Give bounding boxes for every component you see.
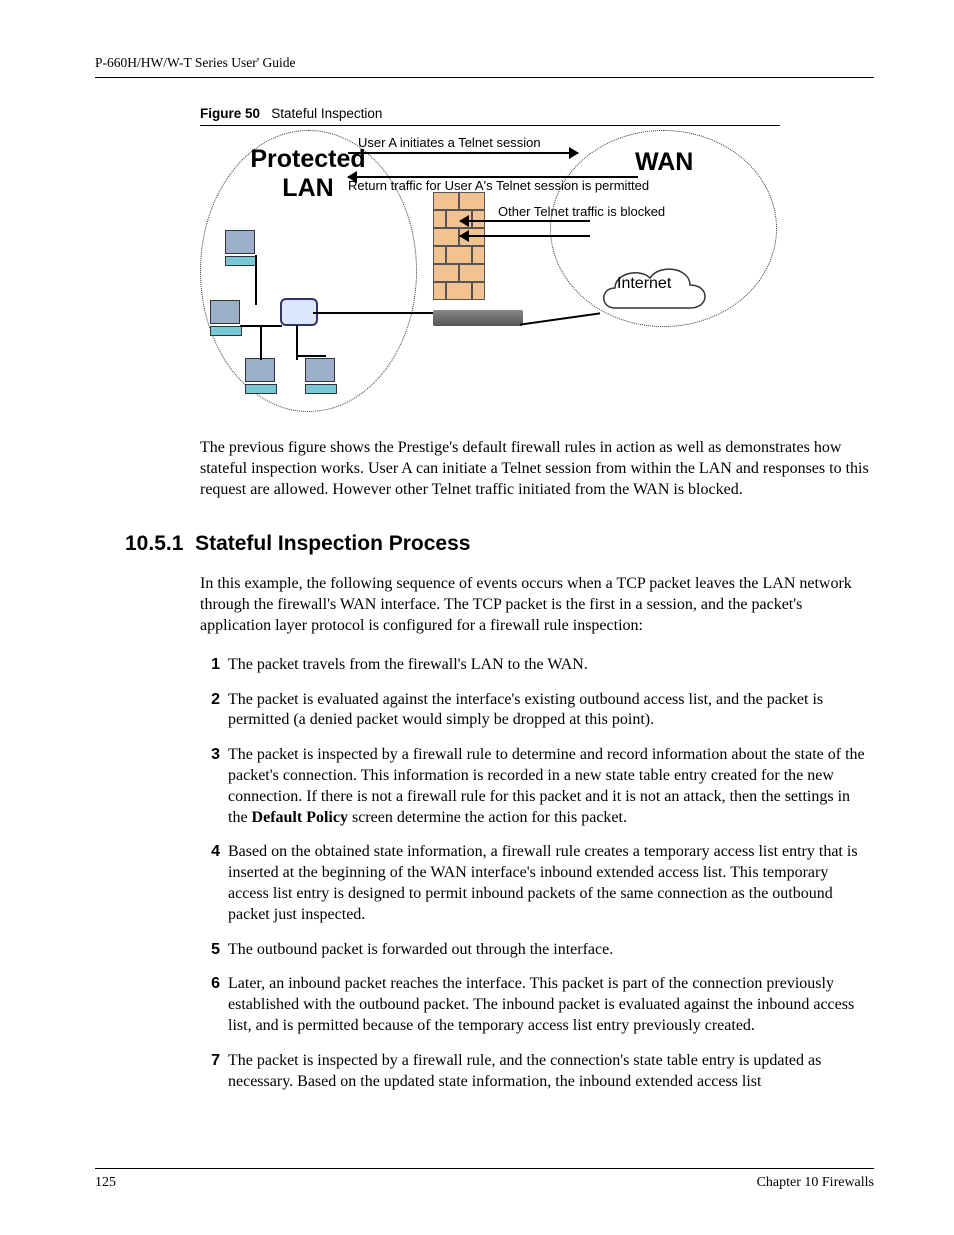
figure-diagram: Protected LAN WAN Internet — [200, 125, 780, 416]
list-item: 4 Based on the obtained state informatio… — [200, 842, 869, 925]
figure-caption: Figure 50 Stateful Inspection — [200, 106, 874, 121]
section-heading: 10.5.1 Stateful Inspection Process — [125, 532, 874, 556]
paragraph-after-figure: The previous figure shows the Prestige's… — [200, 438, 869, 500]
list-item: 7 The packet is inspected by a firewall … — [200, 1051, 869, 1093]
pc-icon — [245, 358, 279, 392]
step-number: 4 — [200, 842, 220, 925]
step-number: 7 — [200, 1051, 220, 1093]
internet-label: Internet — [617, 275, 671, 293]
pc-icon — [210, 300, 244, 334]
page-number: 125 — [95, 1175, 116, 1191]
list-item: 5 The outbound packet is forwarded out t… — [200, 940, 869, 961]
section-title: Stateful Inspection Process — [195, 532, 470, 555]
router-icon — [433, 310, 523, 326]
step-text: The packet is evaluated against the inte… — [228, 690, 869, 732]
diagram-text-initiate: User A initiates a Telnet session — [358, 135, 541, 150]
figure-caption-text: Stateful Inspection — [271, 106, 382, 121]
page-header: P-660H/HW/W-T Series User' Guide — [95, 55, 874, 78]
firewall-icon — [433, 192, 488, 307]
pc-icon — [305, 358, 339, 392]
step-text: Later, an inbound packet reaches the int… — [228, 974, 869, 1036]
chapter-label: Chapter 10 Firewalls — [757, 1175, 874, 1191]
list-item: 6 Later, an inbound packet reaches the i… — [200, 974, 869, 1036]
diagram-text-blocked: Other Telnet traffic is blocked — [498, 204, 665, 219]
pc-icon — [225, 230, 259, 264]
steps-list: 1 The packet travels from the firewall's… — [200, 655, 869, 1093]
header-title: P-660H/HW/W-T Series User' Guide — [95, 55, 296, 70]
arrow-blocked-icon — [460, 235, 590, 237]
page-footer: 125 Chapter 10 Firewalls — [95, 1168, 874, 1191]
figure-label: Figure 50 — [200, 106, 260, 121]
step-text: The packet is inspected by a firewall ru… — [228, 745, 869, 828]
list-item: 2 The packet is evaluated against the in… — [200, 690, 869, 732]
list-item: 3 The packet is inspected by a firewall … — [200, 745, 869, 828]
arrow-blocked-icon — [460, 220, 590, 222]
section-number: 10.5.1 — [125, 532, 183, 555]
step-number: 2 — [200, 690, 220, 732]
list-item: 1 The packet travels from the firewall's… — [200, 655, 869, 676]
wan-label: WAN — [635, 148, 693, 177]
step-text: The packet is inspected by a firewall ru… — [228, 1051, 869, 1093]
intro-paragraph: In this example, the following sequence … — [200, 574, 869, 636]
step-text: The outbound packet is forwarded out thr… — [228, 940, 869, 961]
arrow-outbound-icon — [348, 152, 578, 154]
step-number: 5 — [200, 940, 220, 961]
diagram-text-return: Return traffic for User A's Telnet sessi… — [348, 178, 649, 193]
step-number: 1 — [200, 655, 220, 676]
step-number: 3 — [200, 745, 220, 828]
step-number: 6 — [200, 974, 220, 1036]
step-text: The packet travels from the firewall's L… — [228, 655, 869, 676]
step-text: Based on the obtained state information,… — [228, 842, 869, 925]
